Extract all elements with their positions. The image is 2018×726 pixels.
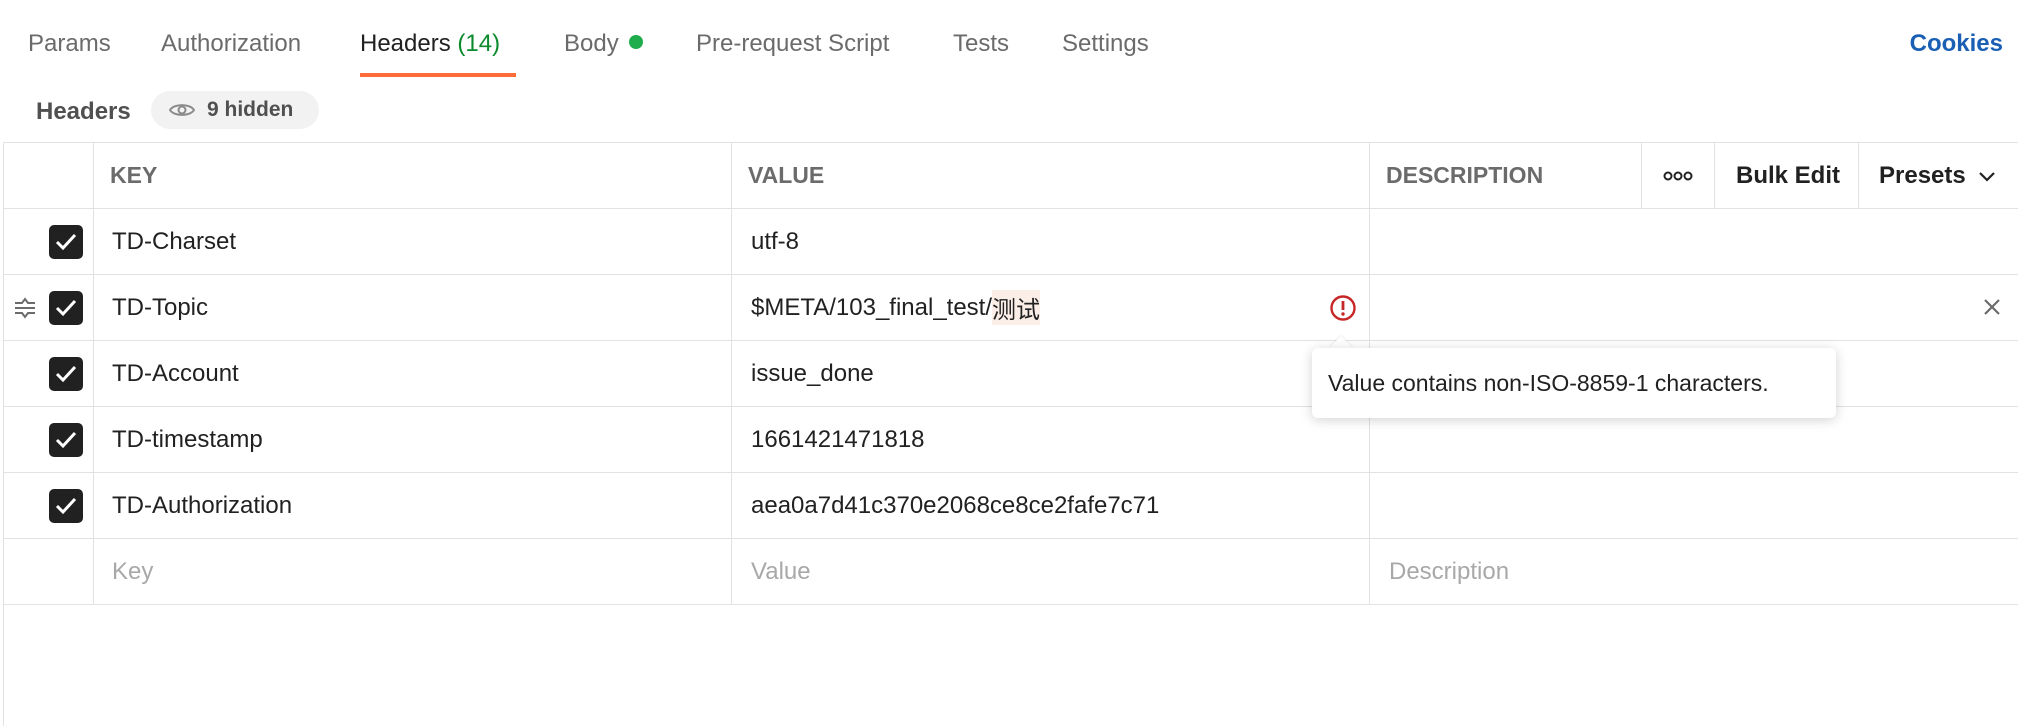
column-header-value: VALUE [748, 162, 825, 188]
close-icon[interactable] [1980, 295, 2004, 319]
more-options-button[interactable] [1663, 143, 1693, 208]
tab-headers-label: Headers [360, 30, 451, 57]
new-value-input[interactable]: Value [751, 539, 811, 604]
table-header-row: KEY VALUE DESCRIPTION Bulk Edit Presets [3, 142, 2018, 209]
request-tabs: Params Authorization Headers (14) Body P… [0, 0, 2018, 80]
tab-pre-request-script[interactable]: Pre-request Script [696, 30, 889, 58]
column-header-key: KEY [110, 162, 158, 188]
header-key-field[interactable]: TD-Topic [112, 275, 208, 340]
tab-authorization[interactable]: Authorization [161, 30, 301, 58]
active-tab-indicator [360, 73, 516, 77]
header-value-field[interactable]: utf-8 [751, 209, 799, 274]
new-description-input[interactable]: Description [1389, 539, 1509, 604]
presets-dropdown[interactable]: Presets [1879, 143, 1996, 208]
bulk-edit-button[interactable]: Bulk Edit [1736, 143, 1840, 208]
table-row: TD-Authorization aea0a7d41c370e2068ce8ce… [3, 473, 2018, 539]
hidden-headers-toggle[interactable]: 9 hidden [151, 91, 319, 129]
warning-tooltip: Value contains non-ISO-8859-1 characters… [1312, 348, 1836, 418]
new-key-input[interactable]: Key [112, 539, 153, 604]
checkmark-icon [55, 365, 77, 383]
table-row: TD-Charset utf-8 [3, 209, 2018, 275]
value-text: $META/103_final_test/ [751, 293, 993, 321]
eye-icon [169, 104, 195, 116]
warning-icon[interactable] [1329, 294, 1357, 322]
header-value-field[interactable]: $META/103_final_test/测试 [751, 275, 1041, 340]
header-key-field[interactable]: TD-Account [112, 341, 239, 406]
row-enabled-checkbox[interactable] [49, 357, 83, 391]
checkmark-icon [55, 497, 77, 515]
table-row: TD-Topic $META/103_final_test/测试 [3, 275, 2018, 341]
checkmark-icon [55, 233, 77, 251]
chevron-down-icon [1978, 171, 1995, 182]
non-iso-characters: 测试 [992, 290, 1041, 325]
tab-body-label: Body [564, 30, 619, 57]
header-value-field[interactable]: issue_done [751, 341, 874, 406]
header-key-field[interactable]: TD-timestamp [112, 407, 263, 472]
new-header-row: Key Value Description [3, 539, 2018, 605]
presets-label: Presets [1879, 161, 1966, 189]
body-status-dot-icon [628, 35, 643, 49]
cookies-link[interactable]: Cookies [1910, 30, 2003, 58]
headers-section-title: Headers [36, 98, 131, 125]
row-enabled-checkbox[interactable] [49, 423, 83, 457]
tab-params[interactable]: Params [28, 30, 111, 58]
tab-headers-count: (14) [457, 30, 501, 57]
drag-handle-icon[interactable] [13, 296, 37, 320]
header-value-field[interactable]: aea0a7d41c370e2068ce8ce2fafe7c71 [751, 473, 1159, 538]
tab-headers[interactable]: Headers (14) [360, 30, 500, 58]
hidden-count-label: 9 hidden [207, 98, 294, 121]
row-enabled-checkbox[interactable] [49, 291, 83, 325]
header-key-field[interactable]: TD-Charset [112, 209, 236, 274]
tooltip-arrow [1329, 336, 1353, 348]
column-header-description: DESCRIPTION [1386, 162, 1544, 188]
tab-settings[interactable]: Settings [1062, 30, 1149, 58]
checkmark-icon [55, 431, 77, 449]
tab-body[interactable]: Body [564, 30, 643, 58]
checkmark-icon [55, 299, 77, 317]
tab-tests[interactable]: Tests [953, 30, 1009, 58]
row-enabled-checkbox[interactable] [49, 225, 83, 259]
header-value-field[interactable]: 1661421471818 [751, 407, 925, 472]
row-enabled-checkbox[interactable] [49, 489, 83, 523]
header-key-field[interactable]: TD-Authorization [112, 473, 292, 538]
more-dots-icon [1663, 171, 1693, 180]
